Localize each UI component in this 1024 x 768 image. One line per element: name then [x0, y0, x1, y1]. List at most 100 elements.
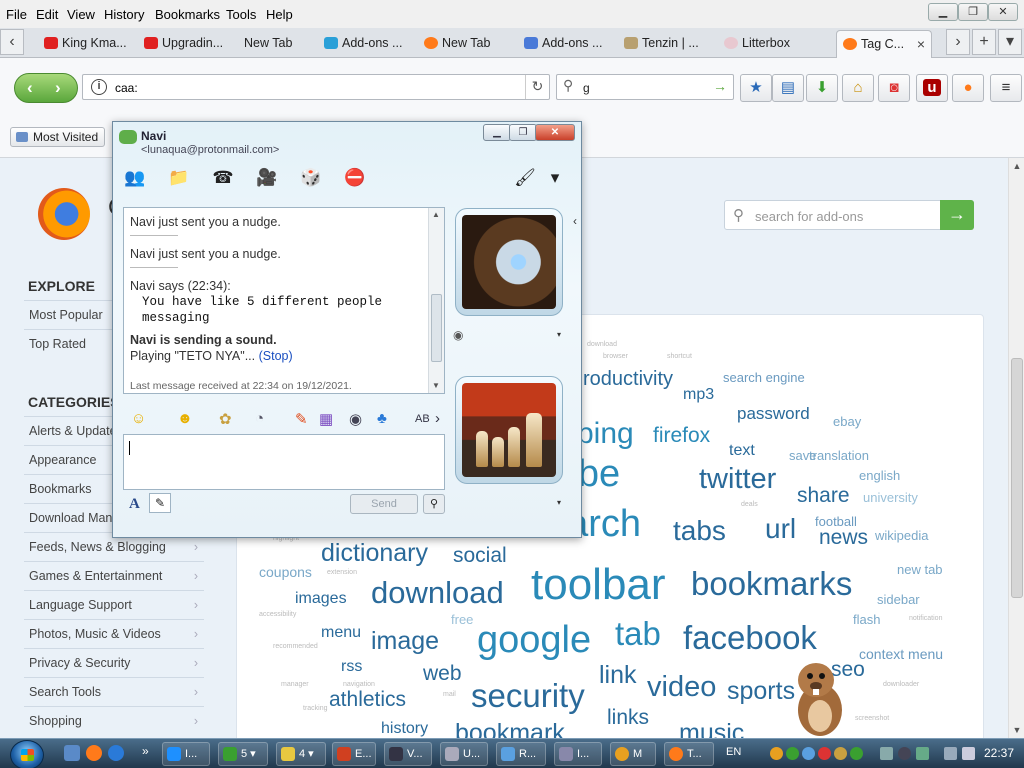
tab-item[interactable]: New Tab: [418, 30, 518, 58]
menu-history[interactable]: History: [104, 7, 144, 22]
block-icon[interactable]: ⛔: [343, 166, 367, 190]
tray-icon[interactable]: [802, 747, 815, 760]
menu-help[interactable]: Help: [266, 7, 293, 22]
downloads-button[interactable]: ⬇: [806, 74, 838, 102]
taskbar-button[interactable]: E...: [332, 742, 376, 766]
tag-english[interactable]: english: [859, 469, 900, 482]
menu-bookmarks[interactable]: Bookmarks: [155, 7, 220, 22]
search-go-icon[interactable]: →: [713, 78, 727, 94]
taskbar-button[interactable]: V...: [384, 742, 432, 766]
sidebar-item-privacy[interactable]: Privacy & Security ›: [24, 648, 204, 677]
tag-url[interactable]: url: [765, 515, 796, 543]
close-tab-icon[interactable]: ×: [917, 31, 925, 57]
dropdown-icon[interactable]: ▾: [557, 330, 561, 339]
contact-display-picture[interactable]: [455, 208, 563, 316]
tag-social[interactable]: social: [453, 545, 507, 566]
forward-arrow-icon[interactable]: ›: [55, 78, 61, 98]
ublock-button[interactable]: u: [916, 74, 948, 102]
conversation-scrollbar[interactable]: ▲ ▼: [428, 208, 444, 393]
games-icon[interactable]: 🎲: [299, 166, 323, 190]
taskbar-button[interactable]: I...: [554, 742, 602, 766]
messenger-maximize-button[interactable]: ❐: [509, 124, 537, 141]
tag-new-tab[interactable]: new tab: [897, 563, 943, 576]
tag-bookmarks[interactable]: bookmarks: [691, 567, 852, 600]
back-forward-buttons[interactable]: ‹ ›: [14, 73, 78, 103]
tabs-scroll-left-button[interactable]: ‹: [0, 29, 24, 55]
ink-icon[interactable]: ✎: [295, 410, 308, 428]
games2-icon[interactable]: ♣: [377, 410, 387, 427]
sidebar-item-games[interactable]: Games & Entertainment ›: [24, 561, 204, 590]
stop-sound-link[interactable]: (Stop): [259, 349, 293, 363]
sidebar-item-search-tools[interactable]: Search Tools ›: [24, 677, 204, 706]
url-bar[interactable]: i caa: ↻: [82, 74, 550, 100]
tab-item[interactable]: Add-ons ...: [318, 30, 418, 58]
tag-tabs[interactable]: tabs: [673, 517, 726, 545]
restore-button[interactable]: ❐: [958, 3, 988, 21]
tag-toolbar[interactable]: toolbar: [531, 563, 666, 607]
search-submit-button[interactable]: →: [940, 200, 974, 230]
menu-view[interactable]: View: [67, 7, 95, 22]
video-icon[interactable]: 🎥: [255, 166, 279, 190]
home-button[interactable]: ⌂: [842, 74, 874, 102]
dropdown-icon[interactable]: ▾: [557, 498, 561, 507]
tag-screenshot[interactable]: screenshot: [855, 715, 889, 722]
sticker-icon[interactable]: ✿: [219, 410, 232, 428]
conversation-scroll-thumb[interactable]: [431, 294, 442, 362]
info-icon[interactable]: i: [91, 79, 107, 95]
tag-accessibility[interactable]: accessibility: [259, 611, 296, 618]
tag-video[interactable]: video: [647, 673, 716, 702]
tag-menu[interactable]: menu: [321, 625, 361, 641]
show-desktop-icon[interactable]: [64, 745, 80, 761]
tag-navigation[interactable]: navigation: [343, 681, 375, 688]
tray-icon[interactable]: [880, 747, 893, 760]
tag-downloader[interactable]: downloader: [883, 681, 919, 688]
tab-item[interactable]: King Kma...: [38, 30, 138, 58]
handwriting-icon[interactable]: ✎: [149, 493, 171, 513]
sidebar-item-photos[interactable]: Photos, Music & Videos ›: [24, 619, 204, 648]
background-icon[interactable]: ▦: [319, 410, 333, 428]
tag-text[interactable]: text: [729, 443, 755, 459]
tag-ebay[interactable]: ebay: [833, 415, 861, 428]
page-scrollbar[interactable]: ▲ ▼: [1008, 158, 1024, 738]
conversation-history[interactable]: Navi just sent you a nudge. Navi just se…: [123, 207, 445, 394]
taskbar-button[interactable]: R...: [496, 742, 546, 766]
tag-coupons[interactable]: coupons: [259, 565, 312, 579]
voice-clip-icon[interactable]: ◉: [349, 410, 362, 428]
tag-ping[interactable]: ping: [577, 419, 634, 449]
open-menu-button[interactable]: ≡: [990, 74, 1022, 102]
start-button[interactable]: [10, 740, 44, 768]
tag-mp3[interactable]: mp3: [683, 387, 714, 403]
messenger-close-button[interactable]: ✕: [535, 124, 575, 141]
send-button[interactable]: Send: [350, 494, 418, 514]
tag-web[interactable]: web: [423, 663, 462, 684]
tag-password[interactable]: password: [737, 405, 810, 422]
font-icon[interactable]: A: [129, 496, 140, 513]
tag-download[interactable]: download: [587, 341, 617, 348]
firefox-icon[interactable]: [86, 745, 102, 761]
reading-list-button[interactable]: ▤: [772, 74, 804, 102]
tag-flash[interactable]: flash: [853, 613, 880, 626]
network-icon[interactable]: [944, 747, 957, 760]
tag-tab[interactable]: tab: [615, 617, 661, 650]
tag-deals[interactable]: deals: [741, 501, 758, 508]
share-files-icon[interactable]: 📁: [167, 166, 191, 190]
sidebar-item-language[interactable]: Language Support ›: [24, 590, 204, 619]
tray-icon[interactable]: [786, 747, 799, 760]
tag-twitter[interactable]: twitter: [699, 465, 776, 494]
tag-notification[interactable]: notification: [909, 615, 942, 622]
tag-firefox[interactable]: firefox: [653, 425, 710, 446]
more-icon[interactable]: ›: [435, 410, 440, 427]
tag-images[interactable]: images: [295, 591, 347, 607]
tag-free[interactable]: free: [451, 613, 473, 626]
messenger-minimize-button[interactable]: ▁: [483, 124, 511, 141]
tag-translation[interactable]: translation: [809, 449, 869, 462]
url-text[interactable]: caa:: [115, 81, 138, 95]
tray-icon[interactable]: [898, 747, 911, 760]
reload-icon[interactable]: ↻: [525, 75, 549, 99]
tag-search-engine[interactable]: search engine: [723, 371, 805, 384]
volume-icon[interactable]: [962, 747, 975, 760]
scrollbar-thumb[interactable]: [1011, 358, 1023, 598]
tag-shortcut[interactable]: shortcut: [667, 353, 692, 360]
menu-file[interactable]: File: [6, 7, 27, 22]
tag-security[interactable]: security: [471, 679, 585, 712]
